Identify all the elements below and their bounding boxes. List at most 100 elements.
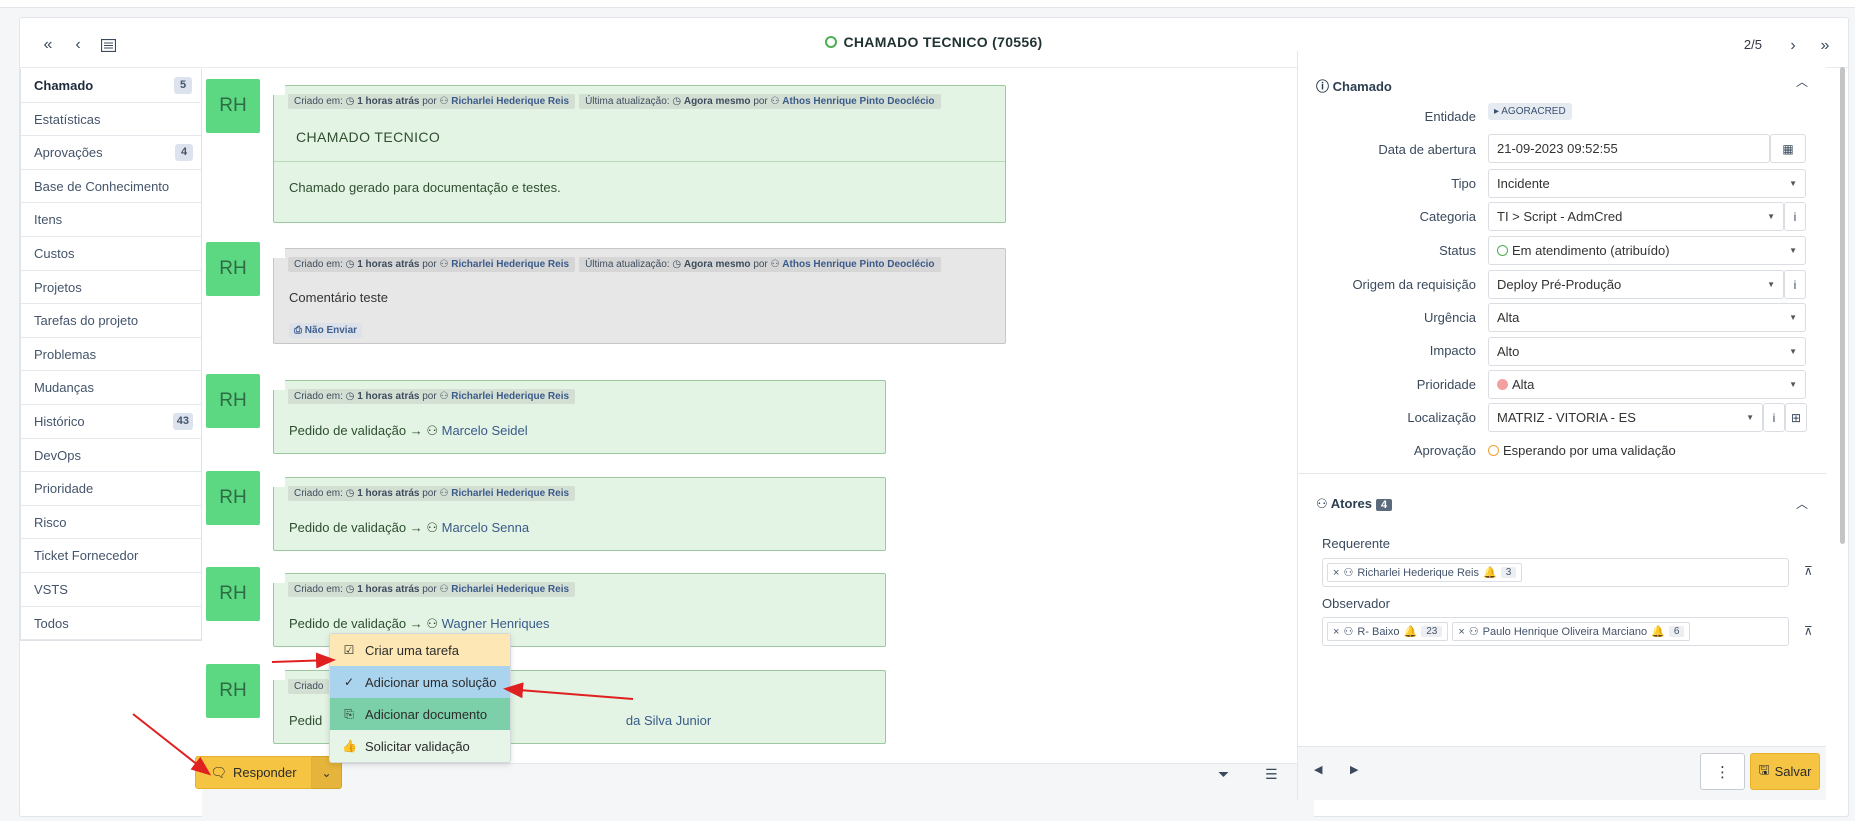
validation-meta: Criado em: ◷ 1 horas atrás por ⚇ Richarl… [288,582,576,597]
sidebar-item[interactable]: Prioridade [21,472,201,506]
menu-item-adicionar-solucao[interactable]: ✓ Adicionar uma solução [330,666,510,698]
field-label-tipo: Tipo [1451,176,1476,191]
remove-icon[interactable]: × [1458,626,1464,638]
panel-footer: ◀ ▶ [1297,746,1826,800]
bell-icon: 🔔 [1482,567,1497,579]
more-actions-button[interactable]: ⋮ [1700,753,1745,790]
avatar: RH [206,79,260,133]
avatar: RH [206,242,260,296]
responder-label: Responder [232,765,297,780]
caret-left-icon[interactable]: ◀ [1314,763,1322,776]
pager-count: 2/5 [1743,37,1762,52]
comment-meta: Criado em: ◷ 1 horas atrás por ⚇ Richarl… [288,257,941,272]
status-select[interactable]: Em atendimento (atribuído) ▼ [1488,236,1806,265]
sidebar-item[interactable]: DevOps [21,439,201,473]
sidebar-item[interactable]: Estatísticas [21,103,201,137]
field-label-impacto: Impacto [1429,343,1476,358]
urgencia-select[interactable]: Alta ▼ [1488,303,1806,332]
divider [274,161,1005,162]
map-icon[interactable]: ⊞ [1785,403,1807,432]
categoria-select[interactable]: TI > Script - AdmCred ▼ [1488,202,1784,231]
caret-right-icon[interactable]: ▶ [1350,763,1358,776]
priority-dot-icon [1497,379,1508,390]
pin-icon[interactable]: ⊼ [1804,624,1813,638]
validation-bubble: Criado em: ◷ 1 horas atrás por ⚇ Richarl… [273,477,886,551]
info-icon[interactable]: i [1784,270,1806,299]
comment-text: Comentário teste [289,290,388,305]
sidebar-item[interactable]: VSTS [21,573,201,607]
section-title-atores: ⚇ Atores 4 [1316,496,1393,512]
followup-bubble: Criado em: ◷ 1 horas atrás por ⚇ Richarl… [273,85,1006,223]
field-label-data: Data de abertura [1378,142,1476,157]
avatar: RH [206,471,260,525]
impacto-select[interactable]: Alto ▼ [1488,337,1806,366]
chevron-up-icon[interactable]: ︿ [1796,73,1808,90]
sidebar-item[interactable]: Base de Conhecimento [21,170,201,204]
sidebar-item[interactable]: Problemas [21,338,201,372]
chevron-up-icon[interactable]: ︿ [1796,495,1808,512]
actor-tag[interactable]: × ⚇ R- Baixo 🔔 23 [1327,622,1449,641]
menu-item-adicionar-documento[interactable]: ⎘ Adicionar documento [330,698,510,730]
info-icon[interactable]: i [1763,403,1785,432]
ticket-title-text: CHAMADO TECNICO (70556) [843,34,1043,50]
sidebar-item[interactable]: Projetos [21,271,201,305]
calendar-icon[interactable]: ▦ [1770,134,1806,163]
sidebar-item[interactable]: Mudanças [21,371,201,405]
origem-select[interactable]: Deploy Pré-Produção ▼ [1488,270,1784,299]
kebab-icon: ⋮ [1715,763,1730,781]
bell-icon: 🔔 [1403,626,1418,638]
sidebar-item[interactable]: Risco [21,506,201,540]
date-input[interactable]: 21-09-2023 09:52:55 [1488,134,1770,163]
info-icon[interactable]: i [1784,202,1806,231]
field-label-status: Status [1439,243,1476,258]
field-label-localizacao: Localização [1407,410,1476,425]
prioridade-select[interactable]: Alta ▼ [1488,370,1806,399]
localizacao-select[interactable]: MATRIZ - VITORIA - ES ▼ [1488,403,1763,432]
field-label-urgencia: Urgência [1423,310,1476,325]
pin-icon[interactable]: ⊼ [1804,564,1813,578]
menu-item-label: Criar uma tarefa [365,642,459,658]
save-button[interactable]: 🖫 Salvar [1750,753,1820,790]
actor-tag[interactable]: × ⚇ Richarlei Hederique Reis 🔔 3 [1327,563,1523,582]
sidebar-item-label: Itens [34,212,63,228]
validation-text: Pedido de validação → ⚇ Marcelo Senna [289,520,530,535]
field-label-origem: Origem da requisição [1352,277,1476,292]
observador-label: Observador [1322,596,1390,611]
followup-title: CHAMADO TECNICO [296,129,441,145]
sidebar-item[interactable]: Itens [21,203,201,237]
sidebar-item[interactable]: Ticket Fornecedor [21,539,201,573]
count-badge: 5 [174,77,192,94]
field-label-entidade: Entidade [1424,109,1476,124]
tipo-select[interactable]: Incidente ▼ [1488,169,1806,198]
field-label-aprovacao: Aprovação [1413,443,1476,458]
responder-button[interactable]: 🗨 Responder [195,756,312,789]
validation-text: Pedido de validação → ⚇ Marcelo Seidel [289,423,528,438]
entity-badge[interactable]: ▸ AGORACRED [1488,103,1572,120]
top-strip [0,0,1855,8]
filter-icon[interactable]: ⏷ [1218,766,1229,783]
sidebar-item-label: Aprovações [34,145,103,161]
sidebar-item-label: Prioridade [34,481,94,497]
save-icon: 🖫 [1758,761,1770,777]
checklist-icon[interactable]: ☰ [1265,766,1278,783]
status-open-icon [1497,245,1508,256]
remove-icon[interactable]: × [1333,567,1339,579]
sidebar-item[interactable]: Custos [21,237,201,271]
requerente-field[interactable]: × ⚇ Richarlei Hederique Reis 🔔 3 [1322,558,1789,587]
menu-item-criar-tarefa[interactable]: ☑ Criar uma tarefa [330,634,510,666]
menu-item-label: Solicitar validação [365,738,470,754]
sidebar-item[interactable]: Todos [21,607,201,641]
menu-item-solicitar-validacao[interactable]: 👍 Solicitar validação [330,730,510,762]
followup-meta: Criado em: ◷ 1 horas atrás por ⚇ Richarl… [288,94,941,109]
observador-field[interactable]: × ⚇ R- Baixo 🔔 23 × ⚇ Paulo Henrique Oliveira … [1322,617,1789,646]
scrollbar[interactable] [1840,67,1845,544]
sidebar-item[interactable]: Aprovações 4 [21,136,201,170]
sidebar-item[interactable]: Tarefas do projeto [21,304,201,338]
actor-tag[interactable]: × ⚇ Paulo Henrique Oliveira Marciano 🔔 6 [1452,622,1691,641]
sidebar-item[interactable]: Histórico 43 [21,405,201,439]
app: « ‹ CHAMADO TECNICO (70556) 2/5 › » Cham… [0,0,1855,821]
remove-icon[interactable]: × [1333,626,1339,638]
avatar: RH [206,374,260,428]
count-badge: 43 [172,412,193,430]
sidebar-item[interactable]: Chamado 5 [21,69,201,103]
